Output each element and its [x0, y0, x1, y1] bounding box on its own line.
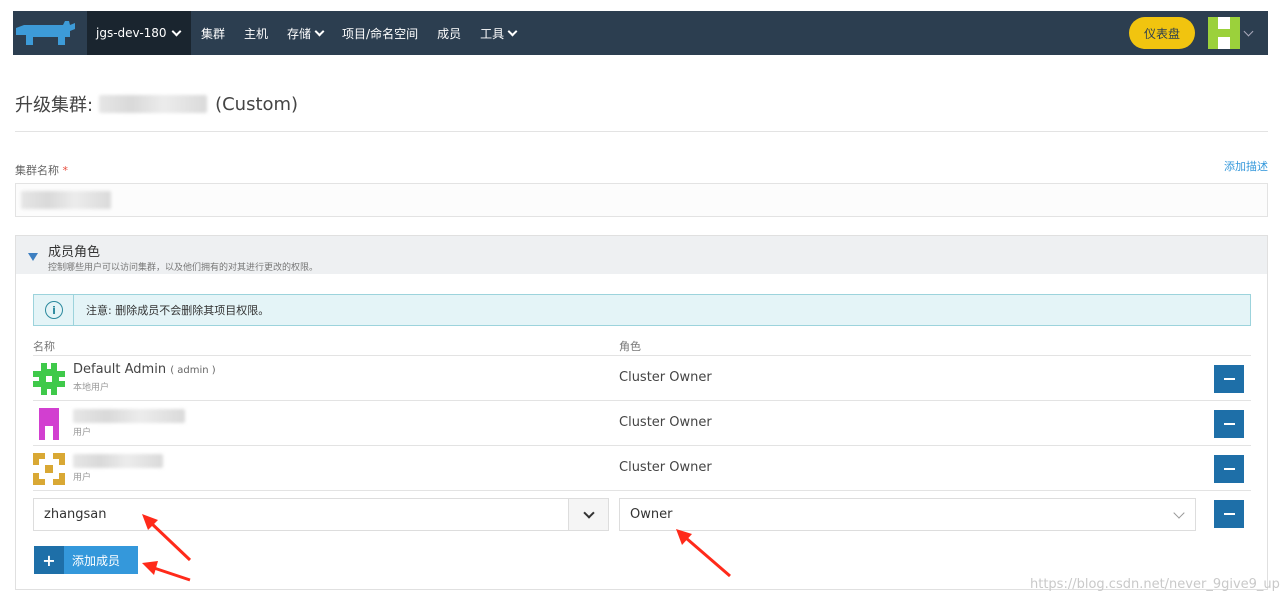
member-name: Default Admin ( admin )	[73, 362, 216, 377]
user-select-toggle[interactable]	[568, 499, 608, 530]
panel-title: 成员角色	[48, 245, 101, 260]
nav-item-label: 项目/命名空间	[342, 26, 419, 41]
nav-item-clusters[interactable]: 集群	[201, 25, 225, 42]
plus-icon: +	[34, 546, 64, 574]
role-select-value: Owner	[630, 507, 673, 522]
cluster-name-label-text: 集群名称	[15, 164, 59, 177]
member-avatar	[33, 363, 65, 395]
nav-item-label: 集群	[201, 26, 226, 41]
member-role: Cluster Owner	[619, 370, 712, 385]
member-role: Cluster Owner	[619, 460, 712, 475]
redacted-member-name	[73, 409, 185, 423]
member-row: Default Admin ( admin ) 本地用户 Cluster Own…	[33, 355, 1251, 400]
page-title: 升级集群: (Custom)	[15, 91, 298, 117]
top-navbar: jgs-dev-180 集群 主机 存储 项目/命名空间 成员 工具 仪表盘	[13, 11, 1268, 55]
role-select[interactable]: Owner	[619, 498, 1196, 531]
dashboard-button[interactable]: 仪表盘	[1129, 17, 1195, 49]
minus-icon	[1223, 513, 1235, 515]
cluster-name-label: 集群名称 *	[15, 162, 68, 178]
redacted-member-name	[73, 454, 163, 468]
nav-item-label: 工具	[480, 26, 505, 41]
cluster-name-input[interactable]	[15, 183, 1268, 217]
minus-icon	[1223, 423, 1235, 425]
member-avatar	[33, 453, 65, 485]
nav-item-storage[interactable]: 存储	[287, 25, 325, 42]
chevron-down-icon	[171, 26, 181, 36]
chevron-down-icon	[314, 26, 325, 36]
minus-icon	[1223, 378, 1235, 380]
user-select-value: zhangsan	[44, 507, 107, 522]
user-avatar[interactable]	[1208, 17, 1240, 49]
nav-item-label: 存储	[287, 26, 312, 41]
redacted-value	[21, 191, 111, 209]
watermark: https://blog.csdn.net/never_9give9_up	[1030, 577, 1280, 592]
nav-item-label: 成员	[437, 26, 462, 41]
notice-text: 注意: 删除成员不会删除其项目权限。	[86, 304, 270, 317]
cluster-switcher-label: jgs-dev-180	[96, 26, 167, 40]
member-username: ( admin )	[170, 365, 216, 376]
chevron-down-icon	[582, 506, 595, 519]
divider	[15, 131, 1268, 132]
nav-item-projects[interactable]: 项目/命名空间	[342, 25, 418, 42]
chevron-down-icon	[1173, 507, 1185, 519]
rancher-logo-icon[interactable]	[13, 19, 77, 49]
user-select[interactable]: zhangsan	[33, 498, 609, 531]
add-member-button[interactable]: + 添加成员	[34, 546, 138, 574]
panel-subtitle: 控制哪些用户可以访问集群，以及他们拥有的对其进行更改的权限。	[48, 263, 319, 273]
member-role: Cluster Owner	[619, 415, 712, 430]
remove-member-button[interactable]	[1214, 365, 1244, 393]
member-type: 本地用户	[73, 383, 110, 393]
divider	[73, 294, 74, 326]
chevron-down-icon	[507, 26, 518, 36]
add-member-label: 添加成员	[72, 553, 121, 568]
notice-banner: i 注意: 删除成员不会删除其项目权限。	[33, 294, 1251, 326]
page-title-suffix: (Custom)	[215, 93, 299, 115]
collapse-triangle-icon[interactable]	[28, 253, 38, 261]
member-display-name: Default Admin	[73, 362, 167, 377]
main-nav: 集群 主机 存储 项目/命名空间 成员 工具	[201, 11, 518, 55]
nav-item-nodes[interactable]: 主机	[244, 25, 268, 42]
redacted-cluster-name	[99, 95, 208, 113]
column-header-role: 角色	[619, 340, 641, 353]
member-row: 用户 Cluster Owner	[33, 400, 1251, 445]
member-row: 用户 Cluster Owner	[33, 445, 1251, 490]
info-icon: i	[45, 301, 63, 319]
nav-item-label: 主机	[244, 26, 269, 41]
nav-item-tools[interactable]: 工具	[480, 25, 518, 42]
member-avatar	[33, 408, 65, 440]
remove-member-button[interactable]	[1214, 500, 1244, 528]
required-mark: *	[62, 164, 69, 177]
page-title-prefix: 升级集群:	[15, 95, 94, 116]
new-member-row: zhangsan Owner	[33, 490, 1251, 546]
member-type: 用户	[73, 473, 92, 483]
chevron-down-icon[interactable]	[1243, 26, 1254, 37]
remove-member-button[interactable]	[1214, 410, 1244, 438]
cluster-switcher[interactable]: jgs-dev-180	[87, 11, 191, 55]
minus-icon	[1223, 468, 1235, 470]
column-header-name: 名称	[33, 340, 55, 353]
add-description-link[interactable]: 添加描述	[1224, 158, 1268, 174]
member-type: 用户	[73, 428, 92, 438]
remove-member-button[interactable]	[1214, 455, 1244, 483]
member-roles-panel: 成员角色 控制哪些用户可以访问集群，以及他们拥有的对其进行更改的权限。 i 注意…	[15, 235, 1268, 590]
nav-item-members[interactable]: 成员	[437, 25, 461, 42]
panel-header[interactable]: 成员角色 控制哪些用户可以访问集群，以及他们拥有的对其进行更改的权限。	[16, 236, 1267, 274]
